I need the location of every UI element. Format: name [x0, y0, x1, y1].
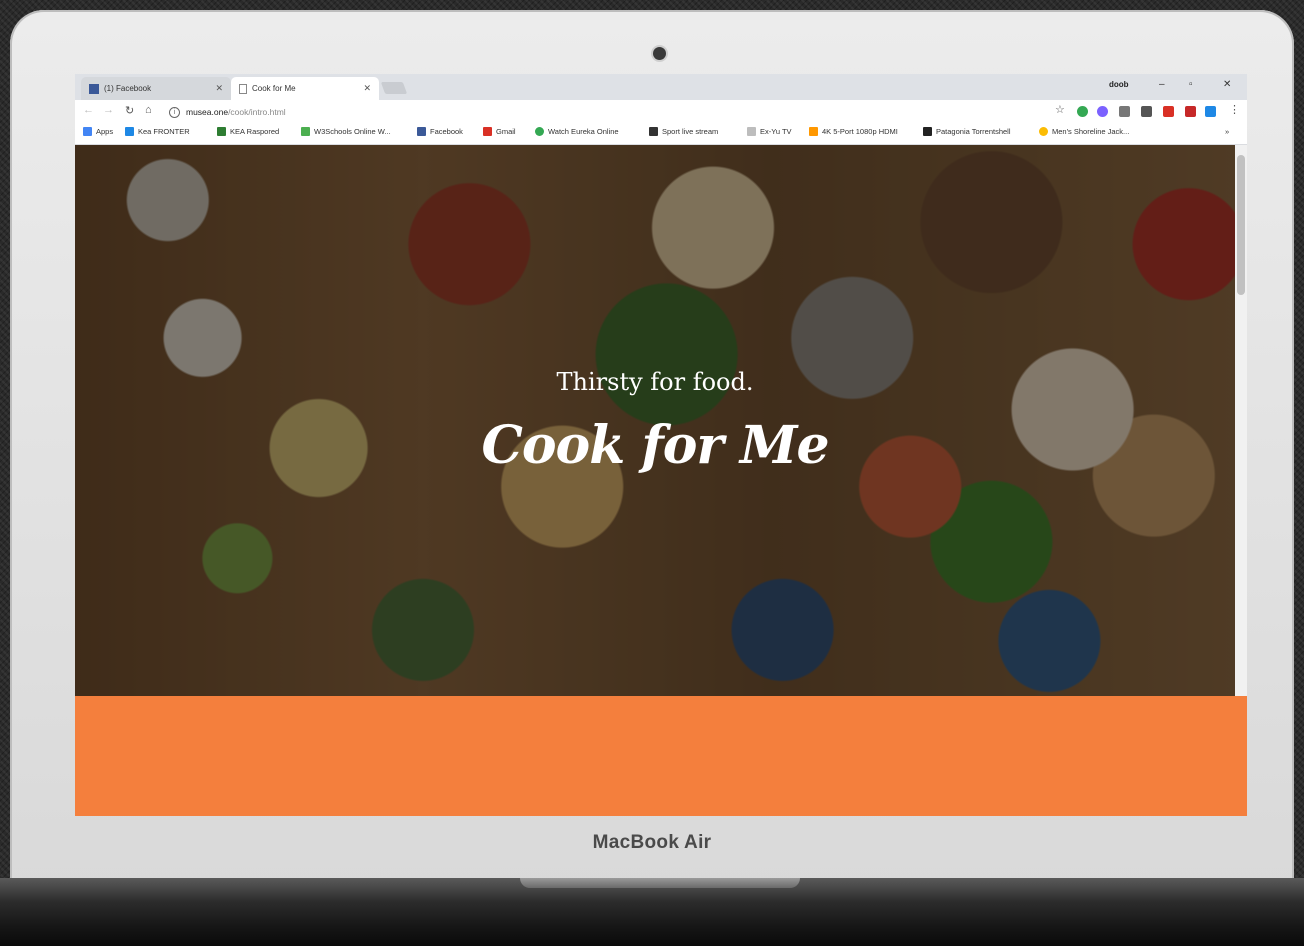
bookmark-icon — [649, 127, 658, 136]
extension-icon[interactable] — [1185, 106, 1196, 117]
bookmark-kea-raspored[interactable]: KEA Raspored — [217, 127, 279, 136]
back-icon[interactable]: ← — [83, 104, 94, 116]
extension-icon[interactable] — [1077, 106, 1088, 117]
bookmark-icon — [923, 127, 932, 136]
bookmark-kea-fronter[interactable]: Kea FRONTER — [125, 127, 190, 136]
bookmarks-overflow-icon[interactable]: » — [1225, 127, 1229, 136]
reload-icon[interactable]: ↻ — [125, 104, 134, 117]
bookmark-ex-yu-tv[interactable]: Ex-Yu TV — [747, 127, 792, 136]
star-icon[interactable]: ☆ — [1055, 103, 1065, 116]
bookmark-icon — [217, 127, 226, 136]
apps-icon — [83, 127, 92, 136]
browser-window: (1) Facebook ✕ Cook for Me ✕ doob – ▫ ✕ … — [75, 74, 1247, 816]
minimize-icon[interactable]: – — [1159, 79, 1165, 90]
facebook-icon — [417, 127, 426, 136]
bookmark-icon — [301, 127, 310, 136]
bookmark-sport-live[interactable]: Sport live stream — [649, 127, 718, 136]
address-bar[interactable]: i musea.one /cook/intro.html — [169, 104, 286, 120]
page-scrollbar[interactable] — [1235, 145, 1247, 696]
bookmark-mens-shoreline[interactable]: Men's Shoreline Jack... — [1039, 127, 1129, 136]
hero-title: Cook for Me — [481, 415, 829, 476]
laptop-base — [0, 878, 1304, 946]
forward-icon[interactable]: → — [103, 104, 114, 116]
close-window-icon[interactable]: ✕ — [1223, 79, 1231, 90]
gmail-icon — [483, 127, 492, 136]
bookmark-icon — [535, 127, 544, 136]
maximize-icon[interactable]: ▫ — [1189, 79, 1193, 90]
extension-icon[interactable] — [1097, 106, 1108, 117]
pdf-icon[interactable] — [1163, 106, 1174, 117]
bookmark-gmail[interactable]: Gmail — [483, 127, 516, 136]
hero-image: Thirsty for food. Cook for Me — [75, 145, 1235, 696]
bookmark-watch-eureka[interactable]: Watch Eureka Online — [535, 127, 619, 136]
bookmark-icon — [809, 127, 818, 136]
tab-facebook[interactable]: (1) Facebook ✕ — [81, 77, 231, 100]
bookmark-facebook[interactable]: Facebook — [417, 127, 463, 136]
close-tab-icon[interactable]: ✕ — [215, 83, 223, 94]
bookmark-icon — [1039, 127, 1048, 136]
bookmarks-bar: Apps Kea FRONTER KEA Raspored W3Schools … — [75, 124, 1247, 145]
bookmark-icon — [747, 127, 756, 136]
scrollbar-thumb[interactable] — [1237, 155, 1245, 295]
bookmark-w3schools[interactable]: W3Schools Online W... — [301, 127, 391, 136]
bookmark-4k-hdmi[interactable]: 4K 5-Port 1080p HDMI — [809, 127, 898, 136]
bookmark-icon — [125, 127, 134, 136]
tab-label: Cook for Me — [252, 84, 296, 93]
close-tab-icon[interactable]: ✕ — [363, 83, 371, 94]
hero-tagline: Thirsty for food. — [556, 368, 754, 396]
hero-content: Thirsty for food. Cook for Me — [75, 145, 1235, 696]
extension-icon[interactable] — [1141, 106, 1152, 117]
orange-section — [75, 696, 1247, 816]
page-icon — [239, 83, 247, 94]
browser-toolbar: ← → ↻ ⌂ i musea.one /cook/intro.html ☆ ⋮ — [75, 100, 1247, 124]
tab-label: (1) Facebook — [104, 84, 152, 93]
url-host: musea.one — [186, 107, 229, 117]
bookmark-patagonia[interactable]: Patagonia Torrentshell — [923, 127, 1011, 136]
new-tab-button[interactable] — [380, 82, 408, 94]
home-icon[interactable]: ⌂ — [145, 104, 152, 116]
url-path: /cook/intro.html — [228, 107, 286, 117]
facebook-icon — [89, 83, 99, 94]
device-brand-label: MacBook Air — [592, 832, 712, 853]
bookmark-apps[interactable]: Apps — [83, 127, 113, 136]
menu-icon[interactable]: ⋮ — [1229, 103, 1240, 116]
info-icon[interactable]: i — [169, 106, 180, 118]
tab-strip: (1) Facebook ✕ Cook for Me ✕ doob – ▫ ✕ — [75, 74, 1247, 100]
camera-icon — [653, 47, 666, 60]
profile-name[interactable]: doob — [1109, 80, 1129, 89]
laptop-hinge — [520, 878, 800, 888]
tab-cook-for-me[interactable]: Cook for Me ✕ — [231, 77, 379, 100]
extension-icon[interactable] — [1119, 106, 1130, 117]
extension-icon[interactable] — [1205, 106, 1216, 117]
